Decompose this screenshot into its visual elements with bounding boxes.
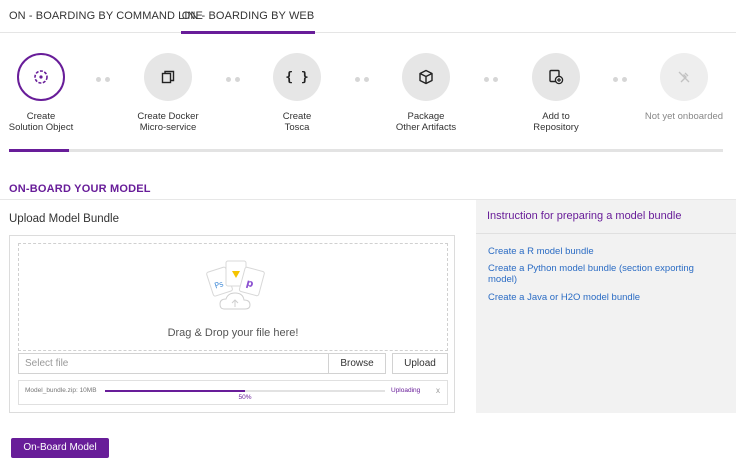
upload-progress-bar: [105, 390, 385, 392]
progress-file-name: Model_bundle.zip: 10MB: [25, 387, 97, 394]
tab-command-line[interactable]: ON - BOARDING BY COMMAND LINE: [9, 0, 203, 33]
step-label: Create Tosca: [282, 111, 312, 133]
tab-web[interactable]: ON - BOARDING BY WEB: [181, 0, 315, 34]
drop-text: Drag & Drop your file here!: [167, 327, 299, 339]
upload-progress-fill: [105, 390, 245, 392]
step-label: Add to Repository: [533, 111, 579, 133]
solution-object-icon: [17, 53, 65, 101]
upload-panel: Ps p Drag & Drop your file here! Select …: [9, 235, 455, 413]
step-label: Create Docker Micro-service: [137, 111, 199, 133]
package-cube-icon: [402, 53, 450, 101]
not-onboarded-icon: [660, 53, 708, 101]
step-repository[interactable]: Add to Repository: [496, 53, 616, 133]
docker-copy-icon: [144, 53, 192, 101]
progress-status: Uploading: [391, 387, 421, 394]
stepper-progress-fill: [9, 149, 69, 152]
step-not-onboarded: Not yet onboarded: [624, 53, 736, 122]
step-docker[interactable]: Create Docker Micro-service: [108, 53, 228, 133]
browse-button[interactable]: Browse: [328, 353, 386, 374]
file-select-row: Select file Browse Upload: [18, 353, 448, 374]
dropzone[interactable]: Ps p Drag & Drop your file here!: [18, 243, 448, 351]
close-icon[interactable]: x: [436, 386, 440, 395]
instruction-header: Instruction for preparing a model bundle: [476, 200, 736, 234]
step-solution-object[interactable]: Create Solution Object: [0, 53, 101, 133]
file-input[interactable]: Select file: [18, 353, 329, 374]
link-python-model[interactable]: Create a Python model bundle (section ex…: [488, 263, 718, 285]
upload-progress-row: Model_bundle.zip: 10MB 50% Uploading x: [18, 380, 448, 405]
instruction-panel: Instruction for preparing a model bundle…: [476, 200, 736, 413]
upload-button[interactable]: Upload: [392, 353, 448, 374]
step-label: Create Solution Object: [8, 111, 74, 133]
repository-add-icon: [532, 53, 580, 101]
progress-percent: 50%: [238, 394, 252, 401]
braces-icon: { }: [273, 53, 321, 101]
step-label: Not yet onboarded: [644, 111, 724, 122]
step-package[interactable]: Package Other Artifacts: [366, 53, 486, 133]
step-tosca[interactable]: { } Create Tosca: [237, 53, 357, 133]
stepper-progress: [9, 149, 723, 152]
section-title: ON-BOARD YOUR MODEL: [9, 183, 151, 195]
onboard-model-button[interactable]: On-Board Model: [11, 438, 109, 458]
link-java-model[interactable]: Create a Java or H2O model bundle: [488, 292, 718, 303]
upload-title: Upload Model Bundle: [9, 213, 119, 225]
instruction-title: Instruction for preparing a model bundle: [487, 210, 682, 222]
file-cloud-icon: Ps p: [202, 257, 270, 317]
link-r-model[interactable]: Create a R model bundle: [488, 246, 718, 257]
step-label: Package Other Artifacts: [395, 111, 457, 133]
tab-bar: ON - BOARDING BY COMMAND LINE ON - BOARD…: [0, 0, 736, 34]
